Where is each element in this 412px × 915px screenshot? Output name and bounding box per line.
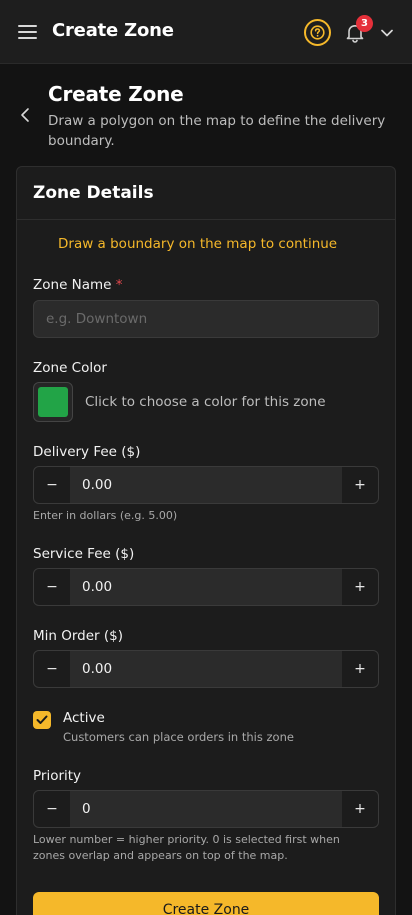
priority-increment-button[interactable]: +: [342, 791, 378, 827]
color-swatch: [38, 387, 68, 417]
min-order-label: Min Order ($): [33, 628, 124, 644]
service-fee-increment-button[interactable]: +: [342, 569, 378, 605]
delivery-fee-stepper: − 0.00 +: [33, 466, 379, 504]
service-fee-label: Service Fee ($): [33, 546, 135, 562]
zone-name-label: Zone Name *: [33, 277, 123, 293]
card-title: Zone Details: [33, 183, 154, 203]
chevron-down-icon[interactable]: [380, 25, 394, 44]
zone-name-input[interactable]: [33, 300, 379, 338]
card-header: Zone Details: [17, 167, 395, 220]
min-order-decrement-button[interactable]: −: [34, 651, 70, 687]
priority-help: Lower number = higher priority. 0 is sel…: [33, 833, 340, 862]
service-fee-decrement-button[interactable]: −: [34, 569, 70, 605]
service-fee-stepper: − 0.00 +: [33, 568, 379, 606]
min-order-increment-button[interactable]: +: [342, 651, 378, 687]
service-fee-input[interactable]: 0.00: [70, 569, 342, 605]
zone-name-label-text: Zone Name: [33, 277, 112, 293]
priority-stepper: − 0 +: [33, 790, 379, 828]
required-marker: *: [115, 277, 123, 293]
active-label: Active: [63, 710, 105, 726]
priority-input[interactable]: 0: [70, 791, 342, 827]
notification-badge: 3: [356, 15, 373, 32]
color-picker-button[interactable]: [33, 382, 73, 422]
page-subtitle: Draw a polygon on the map to define the …: [48, 113, 386, 149]
page-title: Create Zone: [48, 82, 184, 106]
priority-decrement-button[interactable]: −: [34, 791, 70, 827]
delivery-fee-label: Delivery Fee ($): [33, 444, 141, 460]
min-order-input[interactable]: 0.00: [70, 651, 342, 687]
min-order-stepper: − 0.00 +: [33, 650, 379, 688]
app-title: Create Zone: [52, 20, 174, 41]
active-checkbox[interactable]: [33, 711, 51, 729]
menu-icon[interactable]: [18, 24, 37, 40]
back-icon[interactable]: [18, 106, 32, 124]
active-description: Customers can place orders in this zone: [63, 730, 294, 744]
zone-details-card: Zone Details Draw a boundary on the map …: [16, 166, 396, 915]
zone-color-label: Zone Color: [33, 360, 107, 376]
delivery-fee-help: Enter in dollars (e.g. 5.00): [33, 509, 178, 522]
color-picker-hint: Click to choose a color for this zone: [85, 394, 326, 410]
create-zone-button[interactable]: Create Zone: [33, 892, 379, 915]
check-icon: [36, 715, 48, 724]
priority-label: Priority: [33, 768, 82, 784]
delivery-fee-increment-button[interactable]: +: [342, 467, 378, 503]
top-app-bar: Create Zone 3: [0, 0, 412, 64]
delivery-fee-input[interactable]: 0.00: [70, 467, 342, 503]
help-icon[interactable]: [304, 19, 331, 46]
boundary-warning: Draw a boundary on the map to continue: [58, 236, 338, 252]
delivery-fee-decrement-button[interactable]: −: [34, 467, 70, 503]
